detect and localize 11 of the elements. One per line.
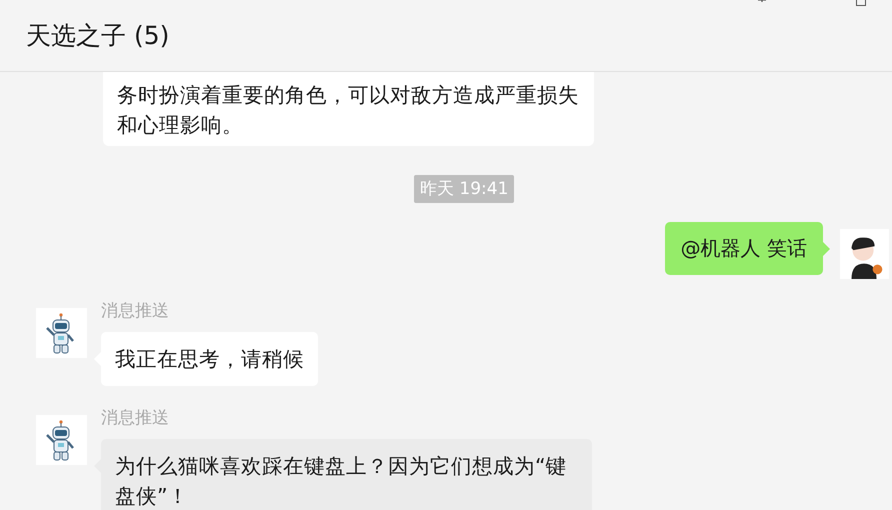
received-message-bubble: 我正在思考，请稍候 (101, 332, 318, 386)
robot-avatar-icon (36, 308, 87, 358)
robot-avatar-icon (36, 415, 87, 465)
chat-title: 天选之子 (5) (26, 20, 170, 52)
sender-name: 消息推送 (101, 301, 169, 321)
received-message-bubble: 务时扮演着重要的角色，可以对敌方造成严重损失和心理影响。 (103, 72, 594, 146)
bubble-tail (823, 242, 830, 256)
sender-name: 消息推送 (101, 408, 169, 428)
timestamp: 昨天 19:41 (414, 175, 514, 203)
sent-message-bubble: @机器人 笑话 (664, 222, 823, 275)
received-message-bubble: 为什么猫咪喜欢踩在键盘上？因为它们想成为“键盘侠”！ (101, 439, 592, 510)
